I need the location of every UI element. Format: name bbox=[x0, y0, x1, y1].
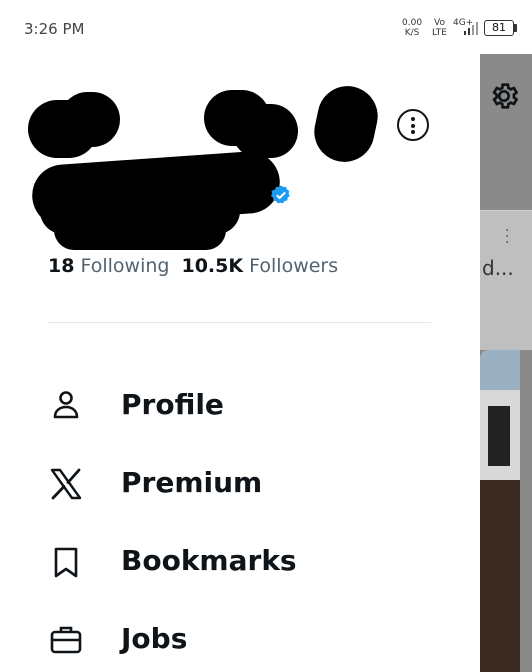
menu-item-bookmarks[interactable]: Bookmarks bbox=[0, 530, 480, 590]
menu-item-premium[interactable]: Premium bbox=[0, 452, 480, 512]
volte-top: Vo bbox=[434, 18, 445, 28]
background-more-icon: · · · bbox=[505, 223, 510, 251]
redaction-avatar-2 bbox=[60, 92, 120, 147]
status-time: 3:26 PM bbox=[24, 20, 85, 38]
battery-icon: 81 bbox=[484, 20, 514, 36]
menu-label-jobs: Jobs bbox=[121, 622, 188, 655]
following-count: 18 bbox=[48, 255, 75, 277]
drawer-divider bbox=[48, 322, 431, 323]
network-speed-unit: K/S bbox=[404, 28, 420, 38]
battery-tip bbox=[514, 24, 517, 32]
background-truncated-text: d... bbox=[482, 256, 514, 280]
redaction-account-2 bbox=[232, 104, 298, 158]
volte-indicator: Vo LTE bbox=[432, 18, 447, 38]
gear-icon[interactable] bbox=[488, 80, 520, 112]
background-divider bbox=[480, 210, 532, 211]
menu-item-profile[interactable]: Profile bbox=[0, 374, 480, 434]
following-link[interactable]: 18 Following bbox=[48, 255, 169, 277]
volte-bottom: LTE bbox=[432, 28, 447, 38]
bookmark-icon bbox=[54, 547, 78, 578]
account-switcher-button[interactable] bbox=[397, 109, 429, 141]
menu-label-bookmarks: Bookmarks bbox=[121, 544, 297, 577]
followers-link[interactable]: 10.5K Followers bbox=[181, 255, 338, 277]
followers-label: Followers bbox=[249, 255, 339, 277]
menu-label-premium: Premium bbox=[121, 466, 263, 499]
x-logo-icon bbox=[50, 468, 82, 500]
network-speed-value: 0.00 bbox=[402, 18, 423, 28]
menu-label-profile: Profile bbox=[121, 388, 224, 421]
signal-icon bbox=[464, 22, 478, 35]
person-icon bbox=[53, 391, 79, 419]
followers-count: 10.5K bbox=[181, 255, 244, 277]
redaction-handle-2 bbox=[54, 210, 226, 250]
status-bar: 3:26 PM 0.00 K/S Vo LTE 4G+ 81 bbox=[0, 0, 532, 54]
following-label: Following bbox=[80, 255, 170, 277]
background-media-image bbox=[480, 350, 520, 672]
network-speed: 0.00 K/S bbox=[402, 18, 422, 38]
briefcase-icon bbox=[50, 626, 82, 654]
follow-stats: 18 Following 10.5K Followers bbox=[48, 255, 338, 277]
verified-badge-icon bbox=[271, 185, 290, 204]
menu-item-jobs[interactable]: Jobs bbox=[0, 608, 480, 668]
